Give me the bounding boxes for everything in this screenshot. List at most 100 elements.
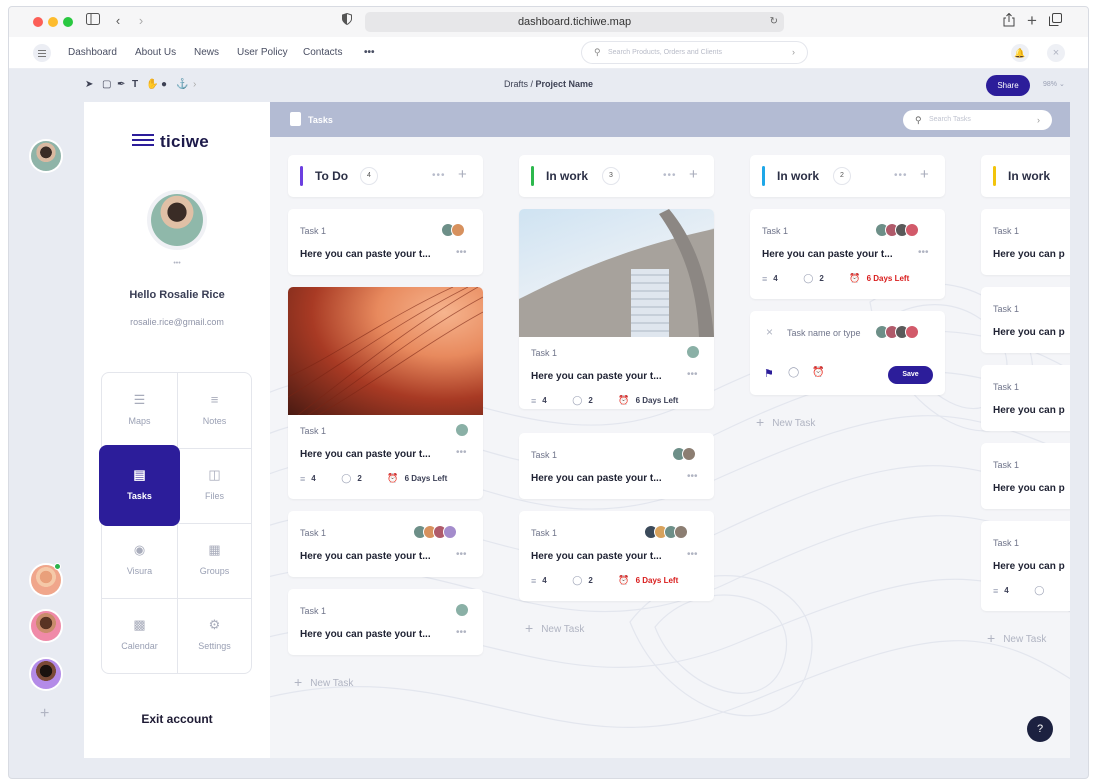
share-button[interactable]: Share <box>986 75 1030 96</box>
task-card[interactable]: Task 1 Here you can paste your t... ••• … <box>519 209 714 409</box>
menu-icon[interactable] <box>33 44 51 62</box>
back-icon[interactable]: ‹ <box>110 13 126 29</box>
assignee-avatars[interactable] <box>875 223 919 237</box>
address-bar[interactable]: dashboard.tichiwe.map ↻ <box>365 12 784 32</box>
share-page-icon[interactable] <box>1001 12 1017 29</box>
task-name-input[interactable]: Task name or type <box>787 328 861 338</box>
assignee-avatars[interactable] <box>875 325 919 339</box>
reload-icon[interactable]: ↻ <box>770 12 778 32</box>
new-task-button[interactable]: + New Task <box>756 414 815 430</box>
task-label: Task 1 <box>300 528 327 538</box>
task-card[interactable]: Task 1 Here you can paste your t... ••• <box>519 433 714 499</box>
task-more-icon[interactable]: ••• <box>687 471 698 482</box>
new-task-button[interactable]: + New Task <box>294 674 353 690</box>
sidebar-item-label: Calendar <box>121 641 158 651</box>
attachment-icon[interactable]: ◯ <box>788 367 799 378</box>
sidebar-item-calendar[interactable]: ▩ Calendar <box>102 598 177 673</box>
task-more-icon[interactable]: ••• <box>687 369 698 380</box>
minimize-window-button[interactable] <box>48 17 58 27</box>
assignee-avatars[interactable] <box>686 345 700 359</box>
task-more-icon[interactable]: ••• <box>456 627 467 638</box>
task-card[interactable]: Task 1 Here you can p ≡ 4 ◯ <box>981 521 1070 611</box>
column-header-in-work[interactable]: In work 3 ••• + <box>519 155 714 197</box>
add-member-icon[interactable]: + <box>40 705 49 723</box>
sidebar-toggle-icon[interactable] <box>85 13 101 29</box>
help-button[interactable]: ? <box>1027 716 1053 742</box>
close-icon[interactable]: × <box>1047 44 1065 62</box>
tabs-overview-icon[interactable] <box>1047 13 1063 29</box>
task-card[interactable]: Task 1 Here you can p <box>981 443 1070 509</box>
task-card[interactable]: Task 1 Here you can p <box>981 287 1070 353</box>
sidebar-item-visura[interactable]: ◉ Visura <box>102 523 177 598</box>
menu-more[interactable]: ••• <box>364 47 375 58</box>
task-more-icon[interactable]: ••• <box>456 247 467 258</box>
add-task-icon[interactable]: + <box>458 166 467 183</box>
current-user-avatar[interactable] <box>29 139 63 173</box>
assignee-avatars[interactable] <box>455 423 469 437</box>
task-card[interactable]: Task 1 Here you can paste your t... ••• <box>288 511 483 577</box>
task-more-icon[interactable]: ••• <box>456 447 467 458</box>
new-tab-icon[interactable]: + <box>1024 12 1040 29</box>
assignee-avatars[interactable] <box>441 223 465 237</box>
task-meta: ≡ 4 ◯ 2 ⏰ 6 Days Left <box>762 273 909 284</box>
zoom-window-button[interactable] <box>63 17 73 27</box>
sidebar-item-tasks[interactable]: ▤ Tasks <box>99 445 180 526</box>
task-card[interactable]: Task 1 Here you can p <box>981 209 1070 275</box>
flag-icon[interactable]: ⚑ <box>764 367 774 380</box>
save-button[interactable]: Save <box>888 366 933 384</box>
new-task-button[interactable]: + New Task <box>525 620 584 636</box>
task-card[interactable]: Task 1 Here you can paste your t... ••• … <box>750 209 945 299</box>
sidebar-item-maps[interactable]: ☰ Maps <box>102 373 177 448</box>
menu-user-policy[interactable]: User Policy <box>237 47 288 58</box>
shield-icon[interactable] <box>339 12 355 29</box>
task-more-icon[interactable]: ••• <box>456 549 467 560</box>
column-header-todo[interactable]: To Do 4 ••• + <box>288 155 483 197</box>
menu-dashboard[interactable]: Dashboard <box>68 47 117 58</box>
app-logo[interactable]: ticiwe <box>132 132 209 152</box>
menu-about-us[interactable]: About Us <box>135 47 176 58</box>
menu-contacts[interactable]: Contacts <box>303 47 342 58</box>
assignee-avatars[interactable] <box>413 525 457 539</box>
alarm-icon[interactable]: ⏰ <box>812 367 824 378</box>
profile-avatar[interactable] <box>147 190 207 250</box>
column-more-icon[interactable]: ••• <box>663 170 677 181</box>
assignee-avatars[interactable] <box>672 447 696 461</box>
column-color-bar <box>531 166 534 186</box>
zoom-level[interactable]: 98% ⌄ <box>1043 80 1065 88</box>
column-header-in-work[interactable]: In work 2 ••• + <box>750 155 945 197</box>
task-card[interactable]: Task 1 Here you can paste your t... ••• … <box>288 287 483 499</box>
task-more-icon[interactable]: ••• <box>687 549 698 560</box>
top-menu-bar: Dashboard About Us News User Policy Cont… <box>9 37 1088 69</box>
forward-icon[interactable]: › <box>133 13 149 29</box>
close-window-button[interactable] <box>33 17 43 27</box>
assignee-avatars[interactable] <box>644 525 688 539</box>
team-avatar[interactable] <box>29 657 63 691</box>
add-task-icon[interactable]: + <box>920 166 929 183</box>
sidebar-item-notes[interactable]: ≡ Notes <box>177 373 252 448</box>
task-card[interactable]: Task 1 Here you can paste your t... ••• <box>288 589 483 655</box>
task-card[interactable]: Task 1 Here you can paste your t... ••• <box>288 209 483 275</box>
global-search-input[interactable]: ⚲ Search Products, Orders and Clients › <box>582 42 807 63</box>
task-more-icon[interactable]: ••• <box>918 247 929 258</box>
new-task-button[interactable]: + New Task <box>987 630 1046 646</box>
exit-account-button[interactable]: Exit account <box>84 712 270 726</box>
close-icon[interactable]: × <box>766 325 773 339</box>
column-more-icon[interactable]: ••• <box>432 170 446 181</box>
column-more-icon[interactable]: ••• <box>894 170 908 181</box>
sidebar-item-groups[interactable]: ▦ Groups <box>177 523 252 598</box>
assignee-avatars[interactable] <box>455 603 469 617</box>
task-card[interactable]: Task 1 Here you can paste your t... ••• … <box>519 511 714 601</box>
task-card[interactable]: Task 1 Here you can p <box>981 365 1070 431</box>
task-title: Here you can p <box>993 561 1065 572</box>
column-header-in-work[interactable]: In work <box>981 155 1070 197</box>
sidebar-item-settings[interactable]: ⚙ Settings <box>177 598 252 673</box>
add-task-icon[interactable]: + <box>689 166 698 183</box>
breadcrumb-drafts[interactable]: Drafts / <box>504 79 536 89</box>
team-avatar[interactable] <box>29 609 63 643</box>
profile-more-menu[interactable]: ••• <box>84 260 270 267</box>
menu-news[interactable]: News <box>194 47 219 58</box>
notification-icon[interactable]: 🔔 <box>1011 44 1029 62</box>
sidebar-item-files[interactable]: ◫ Files <box>177 448 252 523</box>
attachment-count: 2 <box>819 274 824 283</box>
task-search-input[interactable]: ⚲ Search Tasks › <box>903 110 1052 130</box>
